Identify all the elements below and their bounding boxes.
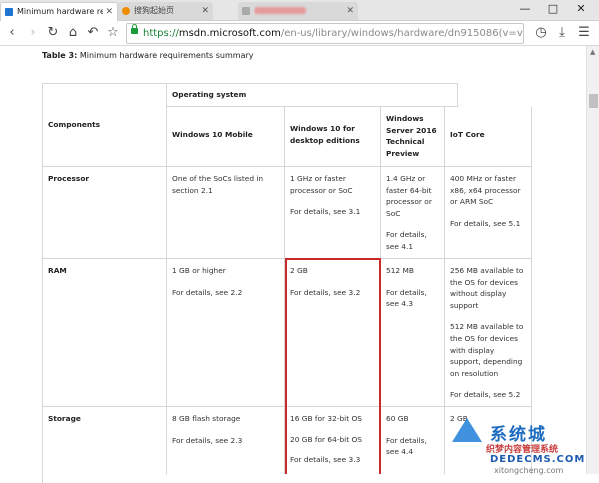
scroll-up-icon[interactable]: ▲ [590, 48, 595, 56]
history-icon[interactable]: ◷ [532, 24, 550, 42]
lock-icon [131, 24, 138, 34]
row-header-processor: Processor [43, 167, 167, 259]
cell-text: 512 MB [386, 266, 414, 275]
table-caption: Table 3: Minimum hardware requirements s… [42, 51, 254, 60]
col-header-desktop: Windows 10 for desktop editions [285, 107, 381, 167]
cell-text: 8 GB flash storage [172, 414, 241, 423]
cell-text: For details, see 4.1 [386, 230, 427, 251]
caption-text: Minimum hardware requirements summary [77, 51, 254, 60]
cell-text: For details, see 4.4 [386, 435, 427, 457]
tab-label: Minimum hardware requi [17, 7, 103, 16]
url-scheme: https:// [143, 28, 179, 39]
sogou-favicon-icon [122, 7, 130, 15]
cell-text: 256 MB available to the OS for devices w… [450, 266, 524, 310]
cell-text: For details, see 2.2 [172, 287, 243, 297]
row-header-ram: RAM [43, 259, 167, 407]
cell-processor-iot: 400 MHz or faster x86, x64 processor or … [445, 167, 532, 259]
highlight-desktop-box [285, 258, 381, 474]
tab-label: 搜狗起始页 [134, 6, 174, 15]
home-icon[interactable]: ⌂ [64, 24, 82, 42]
watermark-logo-icon [452, 418, 482, 442]
cell-text: For details, see 3.1 [290, 207, 361, 217]
caption-label: Table 3: [42, 51, 78, 60]
cell-text: For details, see 5.1 [450, 218, 521, 228]
cell-ram-server: 512 MB For details, see 4.3 [381, 259, 445, 407]
browser-toolbar: ‹ › ↻ ⌂ ↶ ☆ https://msdn.microsoft.com/e… [0, 21, 599, 46]
refresh-icon[interactable]: ↻ [44, 24, 62, 42]
cell-text: For details, see 2.3 [172, 435, 243, 445]
close-window-icon[interactable]: ✕ [568, 0, 594, 20]
cell-text: For details, see 5.2 [450, 390, 521, 400]
col-header-mobile: Windows 10 Mobile [167, 107, 285, 167]
download-icon[interactable]: ⤓ [553, 24, 571, 42]
maximize-icon[interactable]: □ [540, 0, 566, 20]
watermark: 系统城 织梦内容管理系统 DEDECMS.COM xitongcheng.com [442, 404, 599, 475]
col-header-iot: IoT Core [445, 107, 532, 167]
cell-text: 512 MB available to the OS for devices w… [450, 322, 524, 378]
cell-processor-server: 1.4 GHz or faster 64-bit processor or So… [381, 167, 445, 259]
close-tab-icon[interactable]: ✕ [201, 2, 209, 20]
tab-label-redacted [254, 2, 344, 20]
cell-text: 400 MHz or faster x86, x64 processor or … [450, 174, 521, 207]
cell-processor-desktop: 1 GHz or faster processor or SoC For det… [285, 167, 381, 259]
watermark-site: DEDECMS.COM [490, 454, 586, 465]
row-header-storage: Storage [43, 407, 167, 474]
cell-storage-mobile: 8 GB flash storage For details, see 2.3 [167, 407, 285, 474]
components-header: Components [43, 83, 167, 167]
cell-text: 1 GHz or faster processor or SoC [290, 174, 353, 195]
cell-text: One of the SoCs listed in section 2.1 [172, 174, 264, 195]
url-text: https://msdn.microsoft.com/en-us/library… [143, 24, 523, 43]
undo-icon[interactable]: ↶ [84, 24, 102, 42]
close-tab-icon[interactable]: ✕ [346, 2, 354, 20]
url-path: /en-us/library/windows/hardware/dn915086… [280, 28, 523, 39]
scroll-thumb[interactable] [589, 94, 598, 108]
cell-processor-mobile: One of the SoCs listed in section 2.1 [167, 167, 285, 259]
back-icon[interactable]: ‹ [3, 24, 21, 42]
cell-storage-server: 60 GB For details, see 4.4 [381, 407, 445, 474]
cell-ram-mobile: 1 GB or higher For details, see 2.2 [167, 259, 285, 407]
forward-icon[interactable]: › [24, 24, 42, 42]
menu-icon[interactable]: ☰ [575, 24, 593, 42]
close-tab-icon[interactable]: ✕ [105, 3, 113, 21]
minimize-icon[interactable]: — [512, 0, 538, 20]
tab-minimum-hardware[interactable]: Minimum hardware requi ✕ [0, 2, 118, 21]
cell-text: For details, see 4.3 [386, 287, 427, 309]
tab-sogou[interactable]: 搜狗起始页 ✕ [118, 2, 213, 20]
tab-blurred[interactable]: ✕ [238, 2, 358, 20]
favicon-icon [242, 7, 250, 15]
favorite-star-icon[interactable]: ☆ [104, 24, 122, 42]
cell-text: 1 GB or higher [172, 266, 226, 275]
url-host: msdn.microsoft.com [178, 28, 281, 39]
tab-strip: Minimum hardware requi ✕ 搜狗起始页 ✕ ✕ — □ ✕ [0, 0, 599, 21]
cell-text: 60 GB [386, 414, 409, 423]
cell-text: 1.4 GHz or faster 64-bit processor or So… [386, 174, 432, 218]
os-header: Operating system [167, 83, 458, 107]
ms-favicon-icon [5, 8, 13, 16]
address-bar[interactable]: https://msdn.microsoft.com/en-us/library… [126, 23, 524, 44]
cell-ram-iot: 256 MB available to the OS for devices w… [445, 259, 532, 407]
col-header-server: Windows Server 2016 Technical Preview [381, 107, 445, 167]
